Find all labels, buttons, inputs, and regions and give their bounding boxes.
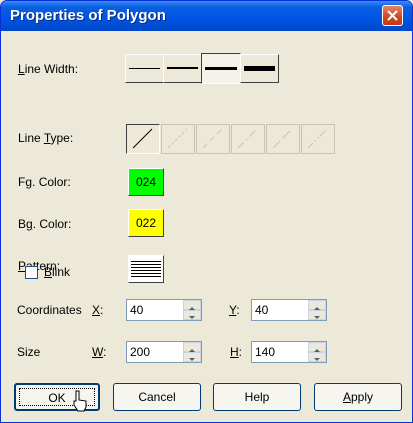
properties-dialog: Properties of Polygon Line Width: Line T… [0,0,413,423]
solid-line-icon [132,128,153,149]
size-w-value: 200 [130,345,151,359]
ok-button-label: OK [48,391,66,405]
blink-checkbox[interactable] [25,266,38,279]
help-button[interactable]: Help [213,383,301,411]
line-type-dotted[interactable] [196,124,230,154]
coordinate-y-label: Y: [229,303,240,317]
line-type-label: Line Type: [18,131,74,145]
size-h-decrement[interactable] [308,352,326,362]
line-type-dash-dot[interactable] [231,124,265,154]
close-button[interactable] [382,5,403,26]
line-width-option-1[interactable] [125,54,164,83]
size-h-value: 140 [255,345,276,359]
size-w-spinbox[interactable]: 200 [126,341,202,363]
coordinate-x-decrement[interactable] [183,310,201,320]
size-h-label: H: [230,345,243,359]
apply-button[interactable]: Apply [314,383,402,411]
arrow-down-icon [189,316,195,319]
coordinate-y-increment[interactable] [308,300,326,310]
arrow-down-icon [314,316,320,319]
fg-color-label: Fg. Color: [18,175,71,189]
coordinate-x-label: X: [92,303,104,317]
long-dash-line-icon [272,128,293,149]
dash-dot-dot-line-icon [307,128,328,149]
apply-button-label: Apply [342,390,374,404]
coordinate-x-value: 40 [130,303,144,317]
line-width-option-2[interactable] [163,54,202,83]
bg-color-label: Bg. Color: [18,217,72,231]
line-width-option-3[interactable] [201,53,241,84]
arrow-down-icon [314,358,320,361]
dash-dot-line-icon [237,128,258,149]
line-width-option-4[interactable] [240,54,279,83]
help-button-label: Help [244,390,270,404]
dotted-line-icon [202,128,223,149]
line-width-label: Line Width: [18,62,79,76]
coordinate-y-decrement[interactable] [308,310,326,320]
horizontal-lines-pattern-icon [131,261,161,277]
size-w-decrement[interactable] [183,352,201,362]
window-title: Properties of Polygon [10,7,166,24]
cancel-button[interactable]: Cancel [113,383,201,411]
size-label: Size [17,345,41,359]
close-icon [387,10,398,21]
size-h-increment[interactable] [308,342,326,352]
blink-label: Blink [44,265,71,279]
line-type-long-dash[interactable] [266,124,300,154]
size-h-spinbox[interactable]: 140 [251,341,327,363]
line-type-dashed[interactable] [161,124,195,154]
size-w-increment[interactable] [183,342,201,352]
dialog-body: Line Width: Line Type: Fg. Color: 024 Bg… [4,31,409,421]
arrow-down-icon [189,358,195,361]
cancel-button-label: Cancel [138,390,176,404]
fg-color-button[interactable]: 024 [128,168,164,196]
bg-color-button[interactable]: 022 [128,209,164,237]
coordinate-y-spinbox[interactable]: 40 [251,299,327,321]
dashed-line-icon [167,128,188,149]
line-type-dash-dot-dot[interactable] [301,124,335,154]
title-bar[interactable]: Properties of Polygon [1,1,412,31]
line-type-solid[interactable] [126,124,160,154]
coordinate-x-spinbox[interactable]: 40 [126,299,202,321]
size-w-label: W: [92,345,107,359]
pattern-button[interactable] [128,255,164,283]
coordinate-y-value: 40 [255,303,269,317]
coordinate-x-increment[interactable] [183,300,201,310]
coordinates-label: Coordinates [17,303,82,317]
mouse-pointer-icon [73,390,87,412]
